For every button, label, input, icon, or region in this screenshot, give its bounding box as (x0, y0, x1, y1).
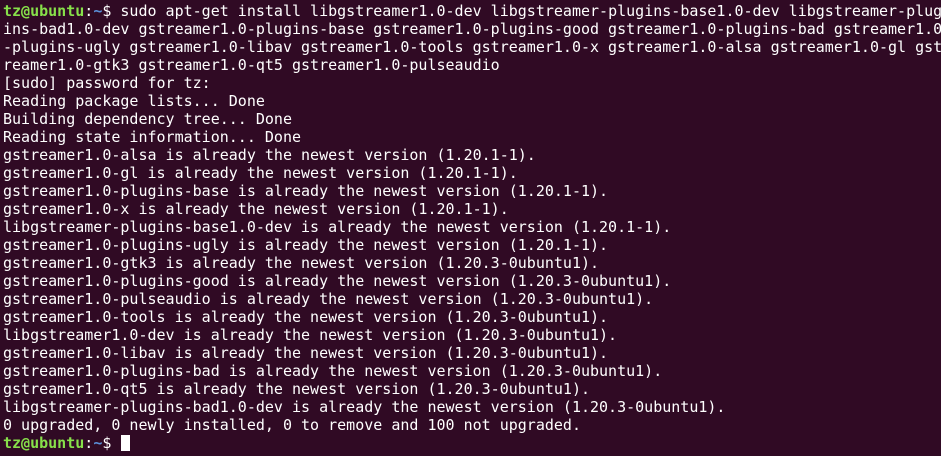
apt-summary-line: 0 upgraded, 0 newly installed, 0 to remo… (3, 416, 581, 434)
output-line: gstreamer1.0-plugins-bad is already the … (3, 362, 663, 380)
prompt-path: ~ (93, 2, 103, 20)
output-line: Reading package lists... Done (3, 92, 265, 110)
output-line: gstreamer1.0-pulseaudio is already the n… (3, 290, 654, 308)
output-line: gstreamer1.0-plugins-ugly is already the… (3, 236, 609, 254)
output-line: libgstreamer1.0-dev is already the newes… (3, 326, 618, 344)
output-line: gstreamer1.0-alsa is already the newest … (3, 146, 536, 164)
prompt-user-host: tz@ubuntu (3, 434, 85, 452)
sudo-password-prompt: [sudo] password for tz: (3, 74, 211, 92)
output-line: gstreamer1.0-tools is already the newest… (3, 308, 609, 326)
command-continuation: -plugins-ugly gstreamer1.0-libav gstream… (3, 38, 941, 56)
prompt-user-host: tz@ubuntu (3, 2, 85, 20)
output-line: gstreamer1.0-gtk3 is already the newest … (3, 254, 600, 272)
prompt-symbol: $ (102, 2, 121, 20)
prompt-path: ~ (93, 434, 103, 452)
output-line: gstreamer1.0-x is already the newest ver… (3, 200, 509, 218)
active-prompt-line[interactable]: tz@ubuntu:~$ (3, 434, 941, 452)
output-line: gstreamer1.0-libav is already the newest… (3, 344, 609, 362)
output-line: gstreamer1.0-gl is already the newest ve… (3, 164, 518, 182)
output-line: libgstreamer-plugins-base1.0-dev is alre… (3, 218, 672, 236)
output-line: gstreamer1.0-plugins-good is already the… (3, 272, 672, 290)
command-continuation: ins-bad1.0-dev gstreamer1.0-plugins-base… (3, 20, 941, 38)
output-line: gstreamer1.0-qt5 is already the newest v… (3, 380, 590, 398)
command-line: tz@ubuntu:~$ sudo apt-get install libgst… (3, 2, 941, 20)
output-line: Reading state information... Done (3, 128, 302, 146)
output-line: gstreamer1.0-plugins-base is already the… (3, 182, 609, 200)
prompt-separator: : (84, 434, 94, 452)
command-text: sudo apt-get install libgstreamer1.0-dev… (120, 2, 941, 20)
output-line: Building dependency tree... Done (3, 110, 292, 128)
terminal-window[interactable]: tz@ubuntu:~$ sudo apt-get install libgst… (0, 0, 941, 456)
output-line: libgstreamer-plugins-bad1.0-dev is alrea… (3, 398, 726, 416)
text-cursor (121, 435, 131, 451)
command-continuation: reamer1.0-gtk3 gstreamer1.0-qt5 gstreame… (3, 56, 500, 74)
prompt-symbol: $ (102, 434, 121, 452)
prompt-separator: : (84, 2, 94, 20)
